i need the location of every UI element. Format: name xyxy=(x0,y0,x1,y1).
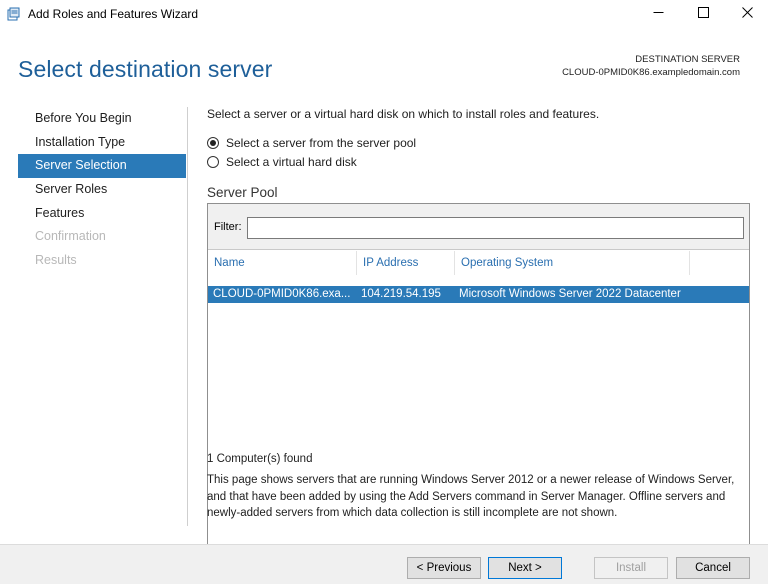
column-header-name[interactable]: Name xyxy=(208,251,356,275)
window-title: Add Roles and Features Wizard xyxy=(28,7,199,21)
cancel-button[interactable]: Cancel xyxy=(676,557,750,579)
radio-selected-dot xyxy=(210,140,216,146)
cell-operating-system: Microsoft Windows Server 2022 Datacenter xyxy=(459,288,681,300)
close-icon xyxy=(741,5,753,23)
maximize-button[interactable] xyxy=(680,0,726,28)
nav-item-server-selection[interactable]: Server Selection xyxy=(18,154,186,179)
option-virtual-hard-disk-label[interactable]: Select a virtual hard disk xyxy=(226,155,357,169)
destination-server-name: CLOUD-0PMID0K86.exampledomain.com xyxy=(562,67,740,78)
cell-name: CLOUD-0PMID0K86.exa... xyxy=(213,288,351,300)
wizard-header: Select destination server DESTINATION SE… xyxy=(0,28,768,100)
close-button[interactable] xyxy=(724,0,768,28)
destination-server-label: DESTINATION SERVER xyxy=(635,54,740,65)
nav-divider xyxy=(187,107,188,526)
radio-server-pool[interactable] xyxy=(207,137,219,149)
nav-item-confirmation: Confirmation xyxy=(35,229,106,244)
filter-bar: Filter: xyxy=(208,204,749,250)
wizard-steps-nav: Before You Begin Installation Type Serve… xyxy=(18,107,186,273)
nav-item-results: Results xyxy=(35,253,77,268)
nav-item-installation-type[interactable]: Installation Type xyxy=(18,131,186,155)
next-button[interactable]: Next > xyxy=(488,557,562,579)
nav-item-server-roles[interactable]: Server Roles xyxy=(18,178,186,202)
page-title: Select destination server xyxy=(18,56,273,82)
intro-text: Select a server or a virtual hard disk o… xyxy=(207,107,600,121)
filter-input[interactable] xyxy=(247,217,744,239)
maximize-icon xyxy=(697,5,709,23)
computers-found-count: 1 Computer(s) found xyxy=(207,453,313,465)
radio-virtual-hard-disk[interactable] xyxy=(207,156,219,168)
filter-label: Filter: xyxy=(214,221,242,233)
server-pool-title: Server Pool xyxy=(207,185,278,200)
server-manager-icon xyxy=(7,7,21,21)
description-text: This page shows servers that are running… xyxy=(207,474,735,519)
install-button: Install xyxy=(594,557,668,579)
nav-item-before-you-begin[interactable]: Before You Begin xyxy=(18,107,186,131)
table-row[interactable]: CLOUD-0PMID0K86.exa... 104.219.54.195 Mi… xyxy=(208,286,749,303)
wizard-footer: < Previous Next > Install Cancel xyxy=(0,544,768,584)
column-header-operating-system[interactable]: Operating System xyxy=(454,251,689,275)
option-server-pool-label[interactable]: Select a server from the server pool xyxy=(226,136,416,150)
minimize-icon xyxy=(653,5,664,23)
nav-item-features[interactable]: Features xyxy=(18,202,186,226)
cell-ip-address: 104.219.54.195 xyxy=(361,288,441,300)
server-grid-header: Name IP Address Operating System xyxy=(208,251,749,275)
column-header-empty xyxy=(689,251,749,275)
previous-button[interactable]: < Previous xyxy=(407,557,481,579)
minimize-button[interactable] xyxy=(635,0,681,28)
option-server-pool[interactable]: Select a server from the server pool xyxy=(207,135,416,151)
column-header-ip-address[interactable]: IP Address xyxy=(356,251,454,275)
title-bar: Add Roles and Features Wizard xyxy=(0,0,768,28)
option-virtual-hard-disk[interactable]: Select a virtual hard disk xyxy=(207,154,357,170)
